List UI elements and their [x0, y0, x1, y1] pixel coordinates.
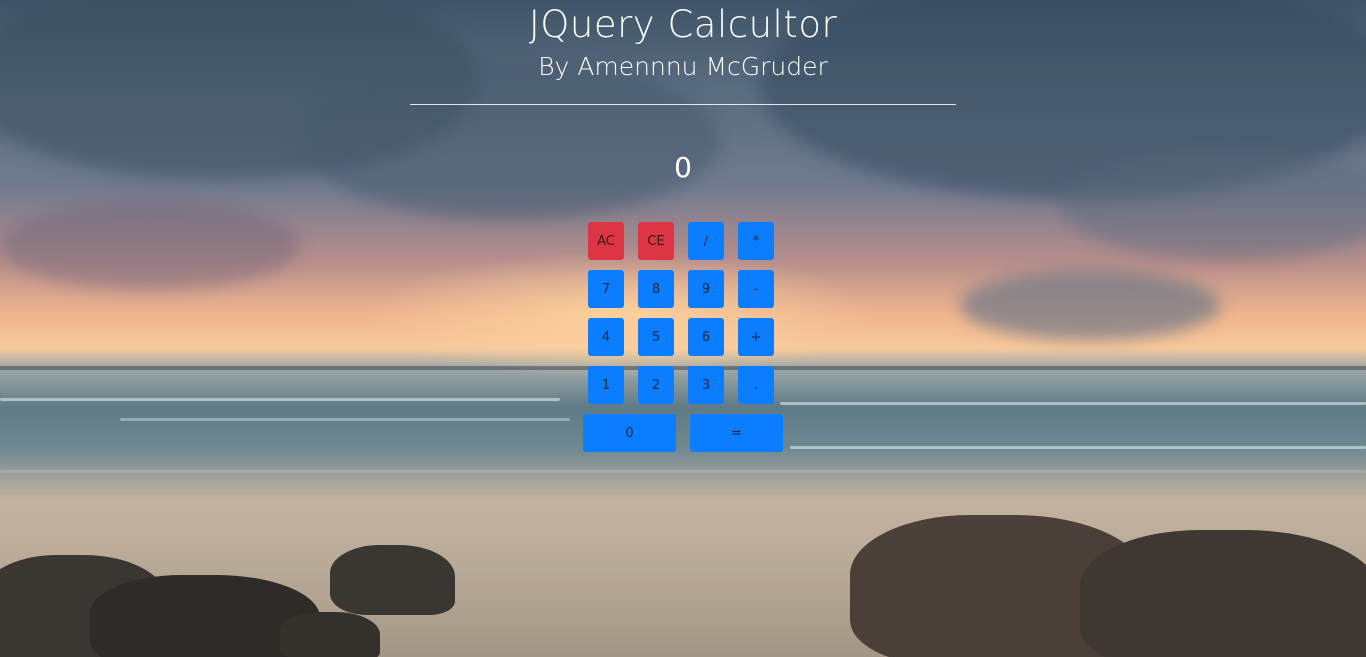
nine-button[interactable]: 9 [688, 270, 724, 308]
clear-entry-button[interactable]: CE [638, 222, 674, 260]
divide-button[interactable]: / [688, 222, 724, 260]
plus-button[interactable]: + [738, 318, 774, 356]
all-clear-button[interactable]: AC [588, 222, 624, 260]
multiply-button[interactable]: * [738, 222, 774, 260]
six-button[interactable]: 6 [688, 318, 724, 356]
minus-button[interactable]: - [738, 270, 774, 308]
one-button[interactable]: 1 [588, 366, 624, 404]
five-button[interactable]: 5 [638, 318, 674, 356]
four-button[interactable]: 4 [588, 318, 624, 356]
two-button[interactable]: 2 [638, 366, 674, 404]
eight-button[interactable]: 8 [638, 270, 674, 308]
zero-button[interactable]: 0 [583, 414, 676, 452]
decimal-button[interactable]: . [738, 366, 774, 404]
seven-button[interactable]: 7 [588, 270, 624, 308]
equals-button[interactable]: = [690, 414, 783, 452]
three-button[interactable]: 3 [688, 366, 724, 404]
calculator-keypad: AC CE / * 7 8 9 - 4 5 6 + 1 2 3 . 0 = [0, 0, 1366, 657]
